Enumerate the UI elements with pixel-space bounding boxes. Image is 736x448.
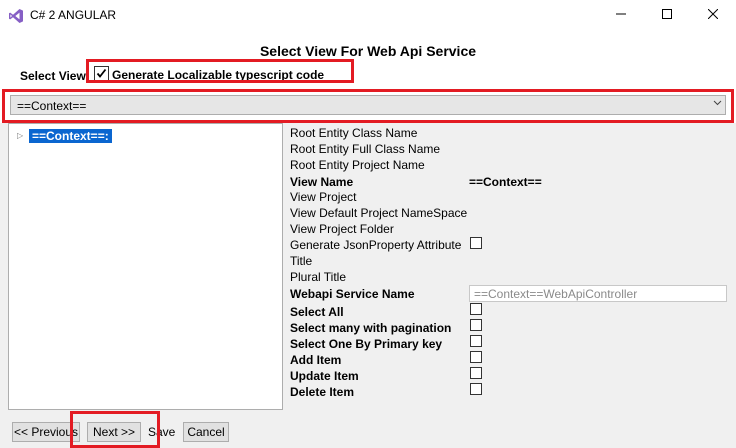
select-all-checkbox[interactable]	[470, 303, 482, 315]
select-one-by-primary-key-checkbox[interactable]	[470, 335, 482, 347]
label-root-entity-full-class-name: Root Entity Full Class Name	[290, 142, 441, 156]
maximize-button[interactable]	[644, 0, 690, 30]
label-view-name: View Name	[290, 175, 354, 189]
label-delete-item: Delete Item	[290, 385, 355, 399]
close-button[interactable]	[690, 0, 736, 30]
visual-studio-icon	[8, 8, 24, 24]
label-plural-title: Plural Title	[290, 270, 347, 284]
label-view-project: View Project	[290, 190, 357, 204]
tree-node-context[interactable]: ==Context==:	[29, 129, 112, 143]
window-title: C# 2 ANGULAR	[30, 8, 117, 22]
select-view-label: Select View	[20, 69, 86, 83]
add-item-checkbox[interactable]	[470, 351, 482, 363]
highlight-box-next	[70, 411, 160, 448]
label-view-default-project-namespace: View Default Project NameSpace	[290, 206, 468, 220]
label-root-entity-class-name: Root Entity Class Name	[290, 126, 418, 140]
label-add-item: Add Item	[290, 353, 342, 367]
tree-expander-icon[interactable]: ▷	[17, 131, 23, 140]
highlight-box-checkbox	[86, 59, 354, 83]
highlight-box-dropdown	[2, 89, 734, 123]
update-item-checkbox[interactable]	[470, 367, 482, 379]
label-title: Title	[290, 254, 313, 268]
label-select-one-by-primary-key: Select One By Primary key	[290, 337, 443, 351]
label-select-many-with-pagination: Select many with pagination	[290, 321, 452, 335]
context-tree[interactable]: ▷ ==Context==:	[8, 123, 283, 410]
maximize-icon	[662, 8, 672, 22]
close-icon	[707, 8, 719, 22]
minimize-button[interactable]	[598, 0, 644, 30]
page-heading: Select View For Web Api Service	[259, 43, 477, 59]
label-update-item: Update Item	[290, 369, 359, 383]
select-many-with-pagination-checkbox[interactable]	[470, 319, 482, 331]
view-name-value: ==Context==	[469, 175, 542, 189]
generate-jsonproperty-checkbox[interactable]	[470, 237, 482, 249]
title-bar: C# 2 ANGULAR	[0, 0, 736, 30]
label-webapi-service-name: Webapi Service Name	[290, 287, 415, 301]
label-select-all: Select All	[290, 305, 344, 319]
label-generate-jsonproperty-attribute: Generate JsonProperty Attribute	[290, 238, 462, 252]
delete-item-checkbox[interactable]	[470, 383, 482, 395]
cancel-button[interactable]: Cancel	[183, 422, 229, 442]
label-view-project-folder: View Project Folder	[290, 222, 394, 236]
webapi-service-name-input[interactable]: ==Context==WebApiController	[469, 285, 727, 302]
minimize-icon	[616, 8, 626, 22]
label-root-entity-project-name: Root Entity Project Name	[290, 158, 425, 172]
